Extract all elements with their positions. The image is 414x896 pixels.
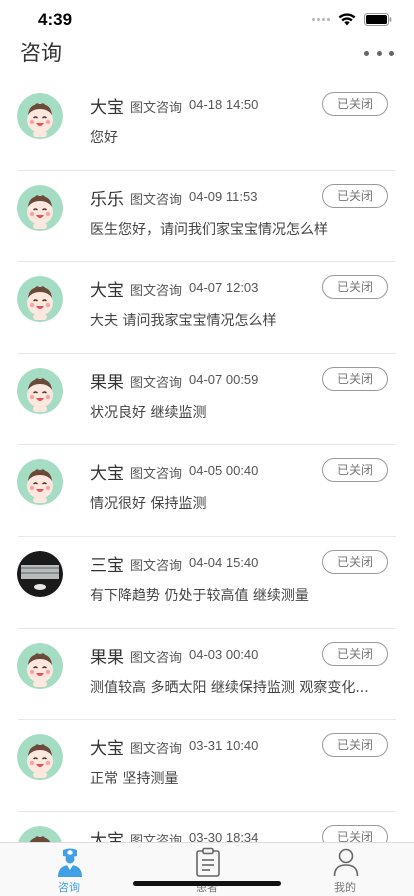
baby-face-icon — [17, 642, 63, 689]
avatar — [17, 825, 63, 843]
consultation-item[interactable]: 大宝 图文咨询 03-30 18:34 已关闭 — [0, 812, 414, 843]
status-icons — [312, 13, 392, 26]
photo-avatar — [17, 550, 63, 597]
more-dot-icon — [376, 50, 382, 56]
consult-time: 03-30 18:34 — [189, 829, 259, 843]
more-dot-icon — [364, 50, 369, 56]
baby-face-icon — [17, 734, 63, 781]
home-indicator — [133, 881, 281, 886]
avatar — [17, 734, 63, 781]
baby-face-icon — [17, 367, 63, 414]
consult-type: 图文咨询 — [130, 375, 183, 391]
patient-name: 大宝 — [90, 98, 124, 118]
consult-time: 04-03 00:40 — [189, 646, 259, 662]
baby-face-icon — [17, 459, 63, 506]
status-time: 4:39 — [38, 10, 73, 29]
tab-mine[interactable]: 我的 — [276, 843, 414, 896]
status-badge[interactable]: 已关闭 — [322, 824, 388, 843]
patient-name: 果果 — [90, 372, 124, 393]
consult-type: 图文咨询 — [130, 192, 183, 208]
page-title: 咨询 — [20, 41, 62, 65]
status-badge[interactable]: 已关闭 — [322, 275, 388, 300]
consultation-list[interactable]: 大宝 图文咨询 04-18 14:50 已关闭 您好 乐乐 图文咨询 04-09 11:53 已… — [0, 79, 414, 843]
tab-label: 我的 — [334, 881, 356, 894]
consult-type: 图文咨询 — [130, 467, 183, 483]
consult-type: 图文咨询 — [130, 284, 183, 300]
baby-face-icon — [17, 825, 63, 843]
status-badge[interactable]: 已关闭 — [322, 641, 388, 666]
avatar — [17, 459, 63, 506]
patient-name: 大宝 — [90, 830, 124, 843]
consultation-item[interactable]: 大宝 图文咨询 04-07 12:03 已关闭大夫 请问我家宝宝情况怎么样 — [0, 262, 414, 354]
avatar — [17, 184, 63, 231]
consult-time: 03-31 10:40 — [189, 738, 259, 754]
patient-name: 大宝 — [90, 281, 124, 302]
consult-time: 04-07 12:03 — [189, 280, 259, 296]
person-icon — [333, 848, 359, 877]
tab-patients[interactable]: 患者 — [138, 843, 276, 896]
wifi-icon — [338, 13, 356, 26]
avatar — [17, 550, 63, 597]
consult-type: 图文咨询 — [130, 833, 183, 843]
battery-icon — [364, 13, 392, 26]
baby-face-icon — [17, 184, 63, 231]
status-badge[interactable]: 已关闭 — [322, 549, 388, 574]
patient-name: 乐乐 — [90, 189, 124, 210]
doctor-icon — [58, 848, 82, 877]
baby-face-icon — [17, 276, 63, 323]
status-badge[interactable]: 已关闭 — [322, 92, 388, 116]
consult-type: 图文咨询 — [130, 558, 183, 574]
tab-label: 咨询 — [58, 881, 80, 894]
message-preview: 有下降趋势 仍处于较高值 继续测量 — [90, 587, 309, 604]
status-badge[interactable]: 已关闭 — [322, 733, 388, 758]
consultation-item[interactable]: 果果 图文咨询 04-03 00:40 已关闭测值较高 多晒太阳 继续保持监测 观察变… — [0, 629, 414, 721]
message-preview: 医生您好，请问我们家宝宝情况怎么样 — [90, 221, 328, 238]
consultation-item[interactable]: 大宝 图文咨询 03-31 10:40 已关闭正常 坚持测量 — [0, 720, 414, 812]
more-button[interactable] — [364, 46, 394, 60]
baby-face-icon — [17, 93, 63, 139]
status-badge[interactable]: 已关闭 — [322, 366, 388, 391]
clipboard-icon — [196, 847, 220, 877]
consultation-item[interactable]: 大宝 图文咨询 04-05 00:40 已关闭情况很好 保持监测 — [0, 445, 414, 537]
consult-time: 04-18 14:50 — [189, 97, 259, 112]
more-dot-icon — [389, 50, 394, 56]
signal-icon — [312, 18, 330, 21]
consultation-item[interactable]: 乐乐 图文咨询 04-09 11:53 已关闭医生您好，请问我们家宝宝情况怎么样 — [0, 171, 414, 263]
status-badge[interactable]: 已关闭 — [322, 183, 388, 208]
message-preview: 情况很好 保持监测 — [90, 496, 207, 513]
avatar — [17, 276, 63, 323]
message-preview: 您好 — [90, 130, 118, 146]
consult-type: 图文咨询 — [130, 650, 183, 666]
patient-name: 果果 — [90, 647, 124, 668]
consult-time: 04-09 11:53 — [189, 188, 258, 204]
consult-type: 图文咨询 — [130, 742, 183, 758]
avatar — [17, 367, 63, 414]
patient-name: 三宝 — [90, 555, 124, 576]
consult-type: 图文咨询 — [130, 101, 183, 116]
message-preview: 状况良好 继续监测 — [90, 404, 207, 421]
avatar — [17, 642, 63, 689]
consultation-item[interactable]: 果果 图文咨询 04-07 00:59 已关闭状况良好 继续监测 — [0, 354, 414, 446]
message-preview: 大夫 请问我家宝宝情况怎么样 — [90, 313, 277, 330]
tab-consult[interactable]: 咨询 — [0, 843, 138, 896]
consultation-item[interactable]: 大宝 图文咨询 04-18 14:50 已关闭您好 — [0, 79, 414, 171]
consultation-item[interactable]: 三宝 图文咨询 04-04 15:40 已关闭 有下降趋势 仍处于较高值 继续测量 — [0, 537, 414, 629]
tab-bar: 咨询 患者 我的 — [0, 842, 414, 896]
consult-time: 04-04 15:40 — [189, 554, 259, 570]
consult-time: 04-05 00:40 — [189, 463, 259, 479]
consult-time: 04-07 00:59 — [189, 371, 259, 387]
message-preview: 正常 坚持测量 — [90, 771, 179, 788]
patient-name: 大宝 — [90, 739, 124, 760]
avatar — [17, 93, 63, 139]
patient-name: 大宝 — [90, 464, 124, 485]
status-badge[interactable]: 已关闭 — [322, 458, 388, 483]
nav-bar: 咨询 — [0, 34, 414, 74]
message-preview: 测值较高 多晒太阳 继续保持监测 观察变化... — [90, 679, 369, 696]
